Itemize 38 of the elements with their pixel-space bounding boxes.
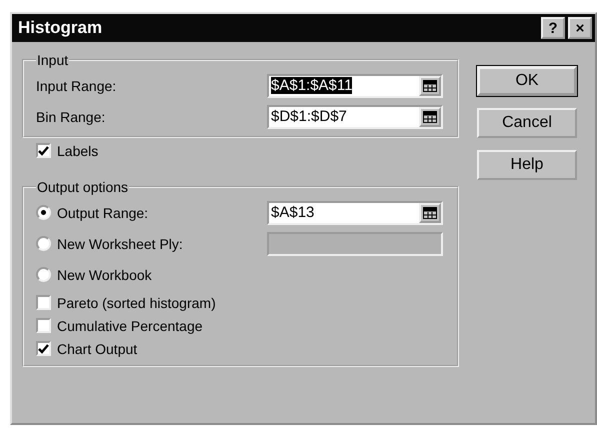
- checkbox-label: Cumulative Percentage: [57, 318, 203, 334]
- range-field[interactable]: $A$13: [267, 200, 443, 224]
- dialog-button[interactable]: Cancel: [477, 108, 577, 138]
- checkbox[interactable]: [36, 295, 51, 310]
- window-title: Histogram: [18, 18, 102, 38]
- field-label: Bin Range:: [36, 108, 106, 124]
- field-value: $A$13: [271, 204, 314, 221]
- help-button[interactable]: ?: [541, 17, 565, 39]
- checkbox[interactable]: [36, 318, 51, 333]
- field-label: Input Range:: [36, 78, 116, 94]
- collapse-button[interactable]: [419, 202, 441, 222]
- field-value: $D$1:$D$7: [271, 108, 347, 125]
- checkbox-label: Chart Output: [57, 340, 138, 356]
- checkbox[interactable]: [36, 143, 51, 158]
- checkbox-label: Pareto (sorted histogram): [57, 294, 216, 310]
- radio-label: New Worksheet Ply:: [57, 236, 183, 252]
- dialog-button[interactable]: Help: [477, 150, 577, 180]
- radio-button[interactable]: [36, 236, 51, 251]
- group-title: Output options: [36, 179, 130, 195]
- checkbox[interactable]: [36, 341, 51, 356]
- range-field[interactable]: $A$1:$A$11: [267, 74, 443, 98]
- range-field[interactable]: $D$1:$D$7: [267, 104, 443, 128]
- grid-icon: [423, 80, 437, 92]
- dialog-button[interactable]: OK: [477, 66, 577, 96]
- field-value: $A$1:$A$11: [271, 77, 352, 94]
- collapse-button[interactable]: [419, 76, 441, 96]
- radio-label: Output Range:: [57, 204, 148, 220]
- checkbox-label: Labels: [57, 142, 98, 158]
- grid-icon: [423, 110, 437, 122]
- radio-button[interactable]: [36, 267, 51, 282]
- radio-label: New Workbook: [57, 266, 152, 282]
- grid-icon: [423, 206, 437, 218]
- close-button[interactable]: ×: [568, 17, 592, 39]
- group-title: Input: [36, 52, 70, 68]
- radio-button[interactable]: [36, 205, 51, 220]
- check-icon: [38, 146, 49, 156]
- check-icon: [38, 344, 49, 354]
- collapse-button[interactable]: [419, 106, 441, 126]
